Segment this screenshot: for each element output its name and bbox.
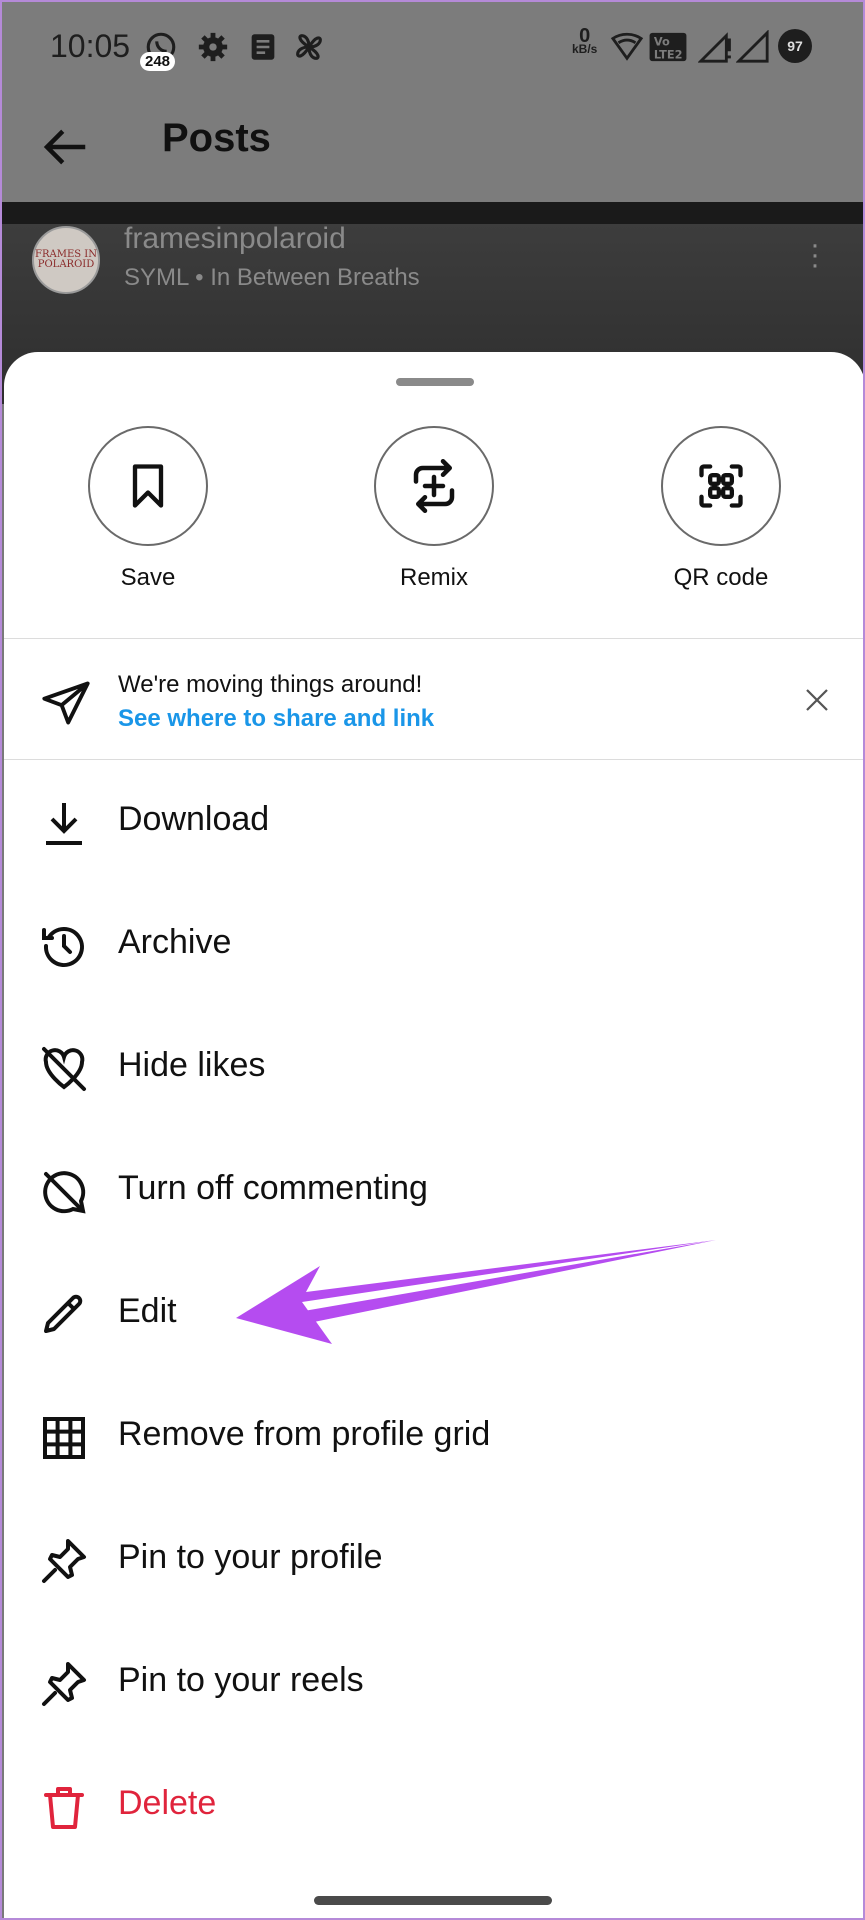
save-label: Save bbox=[120, 564, 176, 591]
screen: 10:05 248 0 kB/s Vo LTE2 97 Posts FRAMES… bbox=[0, 0, 865, 1920]
wifi-icon bbox=[610, 32, 644, 61]
menu-item-hide-likes[interactable]: Hide likes bbox=[4, 1006, 863, 1129]
menu-item-label: Hide likes bbox=[118, 1046, 266, 1084]
menu-item-pin-to-profile[interactable]: Pin to your profile bbox=[4, 1498, 863, 1621]
app-bar: Posts bbox=[2, 92, 863, 202]
post-audio-subtitle[interactable]: SYML • In Between Breaths bbox=[124, 264, 420, 292]
trash-icon bbox=[44, 1787, 84, 1829]
avatar-text: FRAMES IN POLAROID bbox=[35, 249, 97, 270]
menu-item-pin-to-reels[interactable]: Pin to your reels bbox=[4, 1621, 863, 1744]
menu-item-delete[interactable]: Delete bbox=[4, 1744, 863, 1867]
notification-count-badge: 248 bbox=[140, 52, 176, 71]
send-icon bbox=[42, 681, 90, 725]
pinwheel-icon bbox=[296, 34, 322, 60]
qr-code-icon bbox=[699, 464, 743, 508]
menu-item-remove-from-profile-grid[interactable]: Remove from profile grid bbox=[4, 1375, 863, 1498]
remix-circle[interactable] bbox=[374, 426, 494, 546]
menu-item-label: Pin to your profile bbox=[118, 1538, 383, 1576]
avatar[interactable]: FRAMES IN POLAROID bbox=[32, 226, 100, 294]
share-notice-banner: We're moving things around! See where to… bbox=[4, 639, 863, 759]
menu-item-edit[interactable]: Edit bbox=[4, 1252, 863, 1375]
pencil-icon bbox=[44, 1294, 83, 1333]
page-title: Posts bbox=[162, 116, 271, 160]
pin-icon bbox=[42, 1539, 86, 1583]
notice-link[interactable]: See where to share and link bbox=[118, 705, 434, 733]
qr-code-label: QR code bbox=[673, 564, 769, 591]
status-bar: 10:05 248 0 kB/s Vo LTE2 97 bbox=[2, 2, 863, 92]
more-options-icon[interactable]: · · · bbox=[810, 230, 820, 280]
qr-code-button[interactable]: QR code bbox=[621, 426, 821, 592]
options-menu: Download Archive Hide likes Turn off com… bbox=[4, 760, 863, 1867]
network-speed: 0 kB/s bbox=[572, 25, 598, 56]
menu-item-label: Edit bbox=[118, 1292, 177, 1330]
settings-gear-icon bbox=[198, 32, 228, 62]
bookmark-icon bbox=[132, 464, 164, 508]
menu-item-label: Archive bbox=[118, 923, 232, 961]
remix-icon bbox=[413, 459, 455, 513]
menu-item-label: Remove from profile grid bbox=[118, 1415, 491, 1453]
svg-text:LTE2: LTE2 bbox=[654, 47, 683, 61]
grid-icon bbox=[43, 1417, 85, 1459]
save-button[interactable]: Save bbox=[48, 426, 248, 592]
signal-strength-icon bbox=[698, 32, 731, 63]
volte-icon: Vo LTE2 bbox=[649, 32, 687, 61]
menu-item-label: Download bbox=[118, 800, 270, 838]
remix-label: Remix bbox=[399, 564, 468, 591]
back-arrow-icon[interactable] bbox=[38, 120, 92, 174]
gesture-navigation-bar[interactable] bbox=[314, 1896, 552, 1905]
download-icon bbox=[46, 803, 82, 845]
pin-icon bbox=[42, 1662, 86, 1706]
status-time: 10:05 bbox=[50, 28, 131, 64]
menu-item-turn-off-commenting[interactable]: Turn off commenting bbox=[4, 1129, 863, 1252]
comment-off-icon bbox=[43, 1171, 86, 1214]
remix-button[interactable]: Remix bbox=[334, 426, 534, 592]
close-icon[interactable] bbox=[802, 685, 832, 715]
qr-code-circle[interactable] bbox=[661, 426, 781, 546]
menu-item-download[interactable]: Download bbox=[4, 760, 863, 883]
save-circle[interactable] bbox=[88, 426, 208, 546]
menu-item-label: Turn off commenting bbox=[118, 1169, 428, 1207]
menu-item-label: Delete bbox=[118, 1784, 217, 1822]
notice-text: We're moving things around! bbox=[118, 671, 423, 698]
menu-item-archive[interactable]: Archive bbox=[4, 883, 863, 1006]
battery-indicator: 97 bbox=[778, 29, 812, 63]
post-username[interactable]: framesinpolaroid bbox=[124, 222, 346, 256]
signal-strength-icon-2 bbox=[736, 30, 769, 63]
notes-icon bbox=[251, 34, 275, 60]
menu-item-label: Pin to your reels bbox=[118, 1661, 364, 1699]
options-bottom-sheet: Save Remix QR code We're moving things a… bbox=[4, 352, 863, 1918]
drag-handle[interactable] bbox=[396, 378, 474, 386]
archive-icon bbox=[42, 927, 84, 967]
hide-likes-icon bbox=[42, 1047, 86, 1091]
